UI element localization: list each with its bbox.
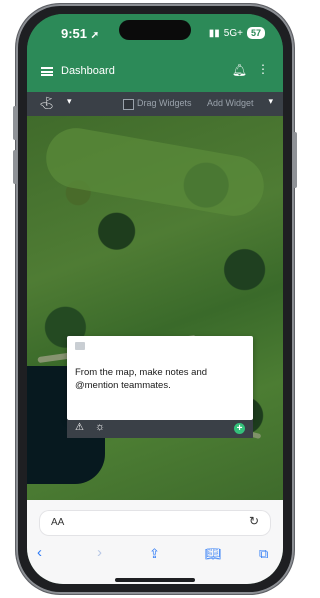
note-action-bar: ⚠ ☼ + [67, 420, 253, 438]
dashboard-toolbar: ⛳︎ ▾ Drag Widgets Add Widget ▾ [27, 92, 283, 116]
share-icon[interactable]: ⇪ [149, 546, 160, 562]
drag-widgets-label[interactable]: Drag Widgets [137, 98, 192, 108]
network-label: 5G+ [223, 27, 243, 39]
dynamic-island [119, 20, 191, 40]
status-bar: 9:51 ➚ ▮▮ 5G+ 57 [27, 14, 283, 50]
location-tool-icon[interactable]: ⛳︎ [39, 96, 54, 110]
hamburger-icon[interactable] [41, 66, 53, 76]
map-note-card[interactable]: From the map, make notes and @mention te… [67, 336, 253, 420]
address-bar[interactable]: AA ↻ [39, 510, 271, 536]
tabs-icon[interactable]: ⧉ [259, 546, 268, 562]
map-fairway [41, 123, 269, 221]
satellite-map[interactable]: From the map, make notes and @mention te… [27, 116, 283, 500]
back-icon[interactable]: ‹ [37, 544, 42, 561]
page-title: Dashboard [61, 65, 115, 77]
lightbulb-icon[interactable]: ☼ [95, 421, 105, 433]
status-time-text: 9:51 [61, 26, 88, 41]
forward-icon[interactable]: › [97, 544, 102, 561]
safari-bottom-bar: AA ↻ ‹ › ⇪ 📖︎ ⧉ [27, 500, 283, 584]
reload-icon[interactable]: ↻ [249, 514, 259, 528]
status-time: 9:51 ➚ [61, 26, 99, 41]
location-arrow-icon: ➚ [90, 30, 100, 41]
bell-icon[interactable]: 🔔︎ [232, 63, 247, 77]
phone-screen: 9:51 ➚ ▮▮ 5G+ 57 Dashboard 🔔︎ ⋮ ⛳︎ ▾ Dra… [27, 14, 283, 584]
phone-power-button [293, 132, 297, 188]
chevron-down-icon[interactable]: ▾ [268, 96, 273, 107]
browser-nav-row: ‹ › ⇪ 📖︎ ⧉ [27, 544, 283, 568]
app-header: Dashboard 🔔︎ ⋮ [27, 50, 283, 92]
phone-side-button [13, 150, 17, 184]
bookmarks-icon[interactable]: 📖︎ [205, 546, 222, 562]
home-indicator[interactable] [115, 578, 195, 582]
note-icon [75, 342, 85, 350]
add-widget-button[interactable]: Add Widget [207, 98, 254, 108]
phone-side-button [13, 106, 17, 140]
drag-widgets-checkbox[interactable] [123, 99, 134, 110]
text-size-button[interactable]: AA [51, 517, 64, 528]
battery-badge: 57 [246, 27, 265, 39]
signal-icon: ▮▮ [208, 27, 220, 39]
status-indicators: ▮▮ 5G+ 57 [209, 27, 265, 39]
warning-icon[interactable]: ⚠ [75, 422, 84, 433]
kebab-icon[interactable]: ⋮ [257, 62, 269, 76]
add-note-icon[interactable]: + [234, 423, 245, 434]
note-text: From the map, make notes and @mention te… [75, 367, 208, 391]
chevron-down-icon[interactable]: ▾ [67, 96, 72, 107]
